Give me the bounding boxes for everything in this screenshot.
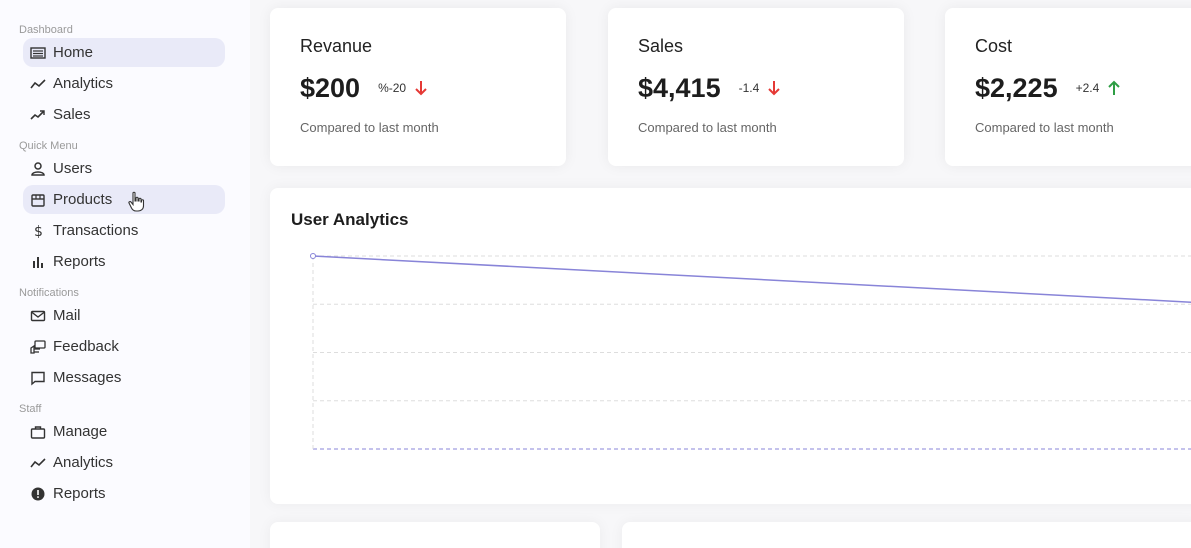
trend-up-icon (29, 106, 47, 124)
sidebar-item-home[interactable]: Home (23, 38, 225, 67)
sidebar-item-mail[interactable]: Mail (23, 301, 225, 330)
sidebar-item-transactions[interactable]: $ Transactions (23, 216, 225, 245)
featured-card-revenue: Revanue $200 %-20 Compared to last month (270, 8, 566, 166)
sidebar-item-label: Home (53, 44, 94, 61)
section-title-quick-menu: Quick Menu (19, 140, 78, 152)
user-analytics-chart: User Analytics (270, 188, 1191, 504)
sidebar-item-feedback[interactable]: Feedback (23, 332, 225, 361)
sidebar-item-label: Reports (53, 485, 106, 502)
card-delta: -1.4 (738, 81, 760, 95)
briefcase-icon (29, 423, 47, 441)
card-value: $2,225 (975, 72, 1058, 103)
card-subtitle: Compared to last month (300, 120, 439, 135)
section-title-dashboard: Dashboard (19, 24, 73, 36)
sidebar-item-label: Manage (53, 423, 108, 440)
sidebar-item-label: Analytics (53, 454, 114, 471)
section-title-staff: Staff (19, 403, 42, 415)
sidebar-item-label: Transactions (53, 222, 139, 239)
card-delta: +2.4 (1075, 81, 1100, 95)
menu-list-quick-menu: Users Products $ Transactions Reports (0, 154, 250, 276)
user-icon (29, 160, 47, 178)
sidebar-item-label: Messages (53, 369, 122, 386)
message-icon (29, 369, 47, 387)
line-chart (310, 253, 1191, 450)
bar-chart-icon (29, 253, 47, 271)
sidebar-item-label: Sales (53, 106, 91, 123)
sidebar-item-label: Users (53, 160, 93, 177)
trend-icon (29, 75, 47, 93)
svg-text:$: $ (34, 224, 43, 239)
bottom-panel-right (622, 522, 1191, 548)
storefront-icon (29, 191, 47, 209)
featured-card-cost: Cost $2,225 +2.4 Compared to last month (945, 8, 1191, 166)
mail-icon (29, 307, 47, 325)
hand-cursor-icon (128, 191, 145, 212)
sidebar-item-manage[interactable]: Manage (23, 417, 225, 446)
card-title: Sales (638, 36, 684, 56)
card-value: $200 (300, 72, 361, 103)
card-delta: %-20 (378, 81, 407, 95)
main-content: Revanue $200 %-20 Compared to last month… (252, 0, 1191, 548)
sidebar-item-sales[interactable]: Sales (23, 100, 225, 129)
sidebar-item-messages[interactable]: Messages (23, 363, 225, 392)
arrow-down-icon (768, 81, 780, 96)
arrow-up-icon (1108, 80, 1121, 95)
card-value: $4,415 (638, 72, 721, 103)
dollar-icon: $ (29, 222, 47, 240)
card-title: Revanue (300, 36, 373, 56)
card-subtitle: Compared to last month (975, 120, 1114, 135)
sidebar-item-label: Analytics (53, 75, 114, 92)
card-value-row: $2,225 +2.4 (975, 68, 1191, 108)
card-title: Cost (975, 36, 1013, 56)
feedback-icon (29, 338, 47, 356)
featured-card-sales: Sales $4,415 -1.4 Compared to last month (608, 8, 904, 166)
card-subtitle: Compared to last month (638, 120, 777, 135)
menu-list-notifications: Mail Feedback Messages (0, 301, 250, 392)
sidebar-item-label: Mail (53, 307, 81, 324)
sidebar-item-products[interactable]: Products (23, 185, 225, 214)
arrow-down-icon (415, 81, 427, 96)
menu-list-dashboard: Home Analytics Sales (0, 38, 250, 129)
bottom-panel-left (270, 522, 600, 548)
data-point-0[interactable] (310, 253, 316, 259)
sidebar-item-reports[interactable]: Reports (23, 247, 225, 276)
sidebar-item-staff-reports[interactable]: Reports (23, 479, 225, 508)
sidebar-item-staff-analytics[interactable]: Analytics (23, 448, 225, 477)
section-title-notifications: Notifications (19, 287, 79, 299)
series-line (312, 255, 1191, 303)
card-value-row: $200 %-20 (300, 68, 566, 108)
sidebar-item-analytics[interactable]: Analytics (23, 69, 225, 98)
line-chart-icon (29, 44, 47, 62)
menu-list-staff: Manage Analytics Reports (0, 417, 250, 508)
sidebar-item-label: Reports (53, 253, 106, 270)
sidebar-item-label: Feedback (53, 338, 119, 355)
app: Dashboard Home Analytics Sales Quick Men… (0, 0, 1191, 548)
sidebar-item-label: Products (53, 191, 113, 208)
trend-icon (29, 454, 47, 472)
sidebar: Dashboard Home Analytics Sales Quick Men… (0, 0, 250, 548)
card-value-row: $4,415 -1.4 (638, 68, 904, 108)
sidebar-item-users[interactable]: Users (23, 154, 225, 183)
report-icon (29, 485, 47, 503)
